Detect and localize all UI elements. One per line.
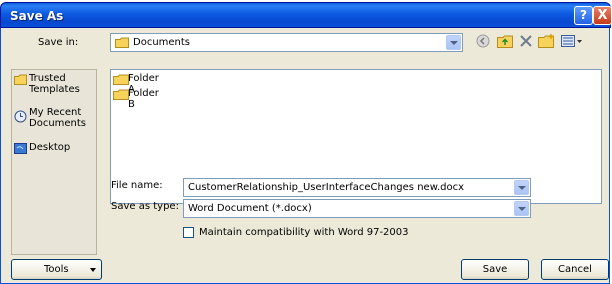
desktop-icon (14, 143, 27, 154)
help-button[interactable]: ? (574, 6, 593, 25)
folder-name: Folder B (128, 88, 159, 110)
place-label: Trusted Templates (29, 73, 80, 95)
recent-documents-icon (14, 110, 27, 123)
title-bar[interactable]: Save As ? X (0, 2, 612, 28)
up-folder-icon[interactable] (497, 34, 513, 48)
folder-icon (115, 37, 129, 48)
save-in-value: Documents (133, 37, 191, 48)
folder-icon (113, 74, 129, 85)
save-as-dialog: Save As ? X Save in: Documents Trusted T… (0, 0, 612, 284)
new-folder-icon[interactable] (538, 34, 555, 48)
file-name-label: File name: (111, 180, 163, 191)
save-as-type-dropdown[interactable]: Word Document (*.docx) (183, 199, 531, 218)
save-in-dropdown[interactable]: Documents (110, 33, 463, 52)
places-bar: Trusted Templates My Recent Documents De… (11, 69, 97, 255)
chevron-down-icon (90, 268, 96, 272)
folder-icon (14, 74, 27, 85)
place-label: My Recent Documents (29, 107, 87, 129)
folder-icon (113, 89, 129, 100)
chevron-down-icon (446, 35, 461, 50)
delete-icon[interactable] (520, 35, 532, 47)
save-in-label: Save in: (38, 37, 79, 48)
tools-button[interactable]: Tools (11, 259, 102, 280)
chevron-down-icon (514, 180, 529, 195)
place-label: Desktop (29, 142, 71, 153)
window-title: Save As (10, 9, 64, 23)
chevron-down-icon (514, 201, 529, 216)
compat-label: Maintain compatibility with Word 97-2003 (199, 227, 409, 238)
dialog-body: Save in: Documents Trusted Templates My … (0, 28, 610, 284)
views-icon[interactable] (561, 34, 583, 48)
save-as-type-value: Word Document (*.docx) (188, 203, 312, 214)
file-name-field[interactable]: CustomerRelationship_UserInterfaceChange… (183, 178, 531, 197)
cancel-button[interactable]: Cancel (541, 259, 609, 280)
file-name-value: CustomerRelationship_UserInterfaceChange… (188, 182, 465, 193)
close-button[interactable]: X (593, 6, 612, 25)
save-button[interactable]: Save (461, 259, 529, 280)
compat-checkbox[interactable] (183, 227, 194, 238)
tools-label: Tools (44, 264, 69, 275)
back-icon[interactable] (476, 34, 490, 48)
save-as-type-label: Save as type: (111, 201, 179, 212)
